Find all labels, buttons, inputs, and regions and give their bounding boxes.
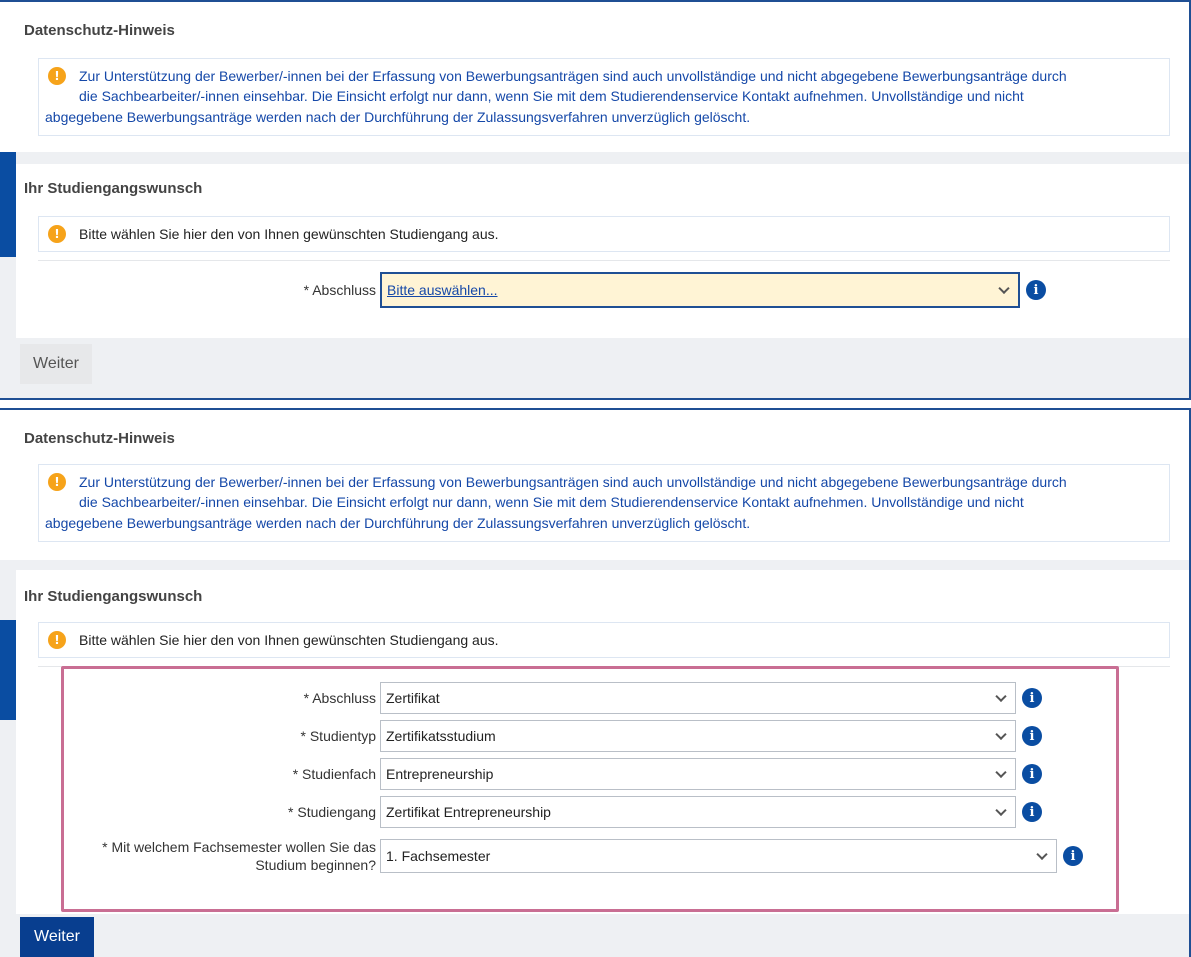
privacy-title: Datenschutz-Hinweis <box>24 22 175 39</box>
abschluss-select[interactable]: Bitte auswählen... <box>380 272 1020 308</box>
study-hint-text: Bitte wählen Sie hier den von Ihnen gewü… <box>79 632 499 648</box>
abschluss-value: Bitte auswählen... <box>387 282 498 298</box>
divider <box>38 260 1170 261</box>
study-hint: ! Bitte wählen Sie hier den von Ihnen ge… <box>38 622 1170 658</box>
privacy-notice-line-3: abgegebene Bewerbungsanträge werden nach… <box>45 109 751 125</box>
side-accent <box>0 152 16 257</box>
abschluss-label: * Abschluss <box>303 282 376 298</box>
info-icon[interactable]: i <box>1026 280 1046 300</box>
study-title: Ihr Studiengangswunsch <box>24 180 203 197</box>
privacy-notice-line-1: Zur Unterstützung der Bewerber/-innen be… <box>79 68 1067 84</box>
warning-icon: ! <box>48 631 66 649</box>
privacy-title: Datenschutz-Hinweis <box>24 430 175 447</box>
privacy-notice-line-2: die Sachbearbeiter/-innen einsehbar. Die… <box>79 88 1024 104</box>
application-panel-after: Datenschutz-Hinweis ! Zur Unterstützung … <box>0 408 1191 957</box>
privacy-notice: ! Zur Unterstützung der Bewerber/-innen … <box>38 58 1170 136</box>
privacy-notice-line-3: abgegebene Bewerbungsanträge werden nach… <box>45 515 751 531</box>
abschluss-row: * Abschluss Bitte auswählen... i <box>260 272 1046 308</box>
chevron-down-icon <box>998 282 1010 295</box>
warning-icon: ! <box>48 473 66 491</box>
privacy-card: Datenschutz-Hinweis ! Zur Unterstützung … <box>0 410 1189 560</box>
side-accent <box>0 620 16 720</box>
highlight-box <box>61 666 1119 912</box>
privacy-card: Datenschutz-Hinweis ! Zur Unterstützung … <box>0 2 1189 152</box>
privacy-notice: ! Zur Unterstützung der Bewerber/-innen … <box>38 464 1170 542</box>
study-hint-text: Bitte wählen Sie hier den von Ihnen gewü… <box>79 226 499 242</box>
study-card: Ihr Studiengangswunsch ! Bitte wählen Si… <box>16 164 1189 338</box>
warning-icon: ! <box>48 67 66 85</box>
next-button[interactable]: Weiter <box>20 344 92 384</box>
application-panel-before: Datenschutz-Hinweis ! Zur Unterstützung … <box>0 0 1191 400</box>
study-title: Ihr Studiengangswunsch <box>24 588 203 605</box>
privacy-notice-line-2: die Sachbearbeiter/-innen einsehbar. Die… <box>79 494 1024 510</box>
privacy-notice-line-1: Zur Unterstützung der Bewerber/-innen be… <box>79 474 1067 490</box>
next-button[interactable]: Weiter <box>20 917 94 957</box>
warning-icon: ! <box>48 225 66 243</box>
study-hint: ! Bitte wählen Sie hier den von Ihnen ge… <box>38 216 1170 252</box>
